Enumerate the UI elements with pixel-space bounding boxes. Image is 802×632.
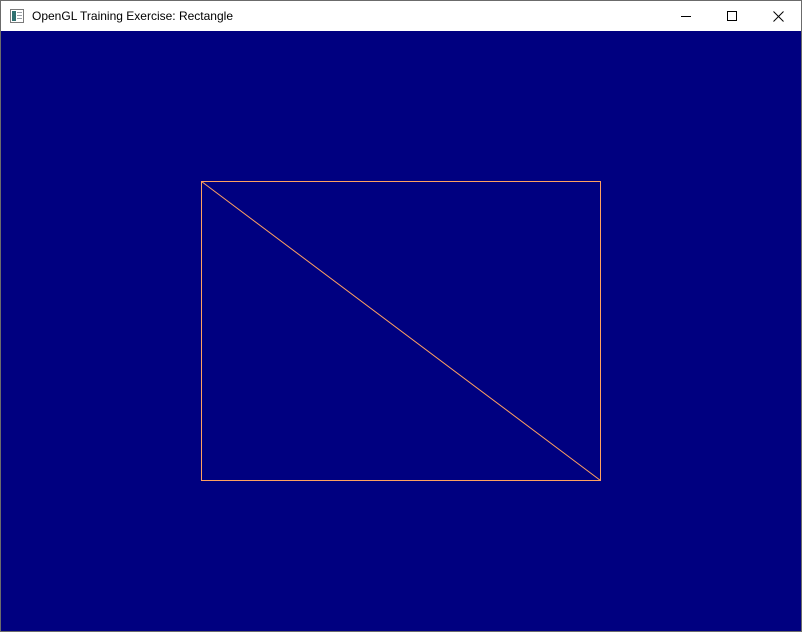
maximize-button[interactable] — [709, 1, 755, 31]
window-title: OpenGL Training Exercise: Rectangle — [32, 9, 233, 23]
close-icon — [772, 10, 784, 22]
app-window: OpenGL Training Exercise: Rectangle — [0, 0, 802, 632]
minimize-button[interactable] — [663, 1, 709, 31]
minimize-icon — [681, 11, 691, 21]
title-bar[interactable]: OpenGL Training Exercise: Rectangle — [1, 1, 801, 31]
close-button[interactable] — [755, 1, 801, 31]
application-window-icon — [10, 9, 24, 23]
render-canvas — [1, 31, 801, 631]
maximize-icon — [727, 11, 737, 21]
opengl-viewport[interactable] — [1, 31, 801, 631]
